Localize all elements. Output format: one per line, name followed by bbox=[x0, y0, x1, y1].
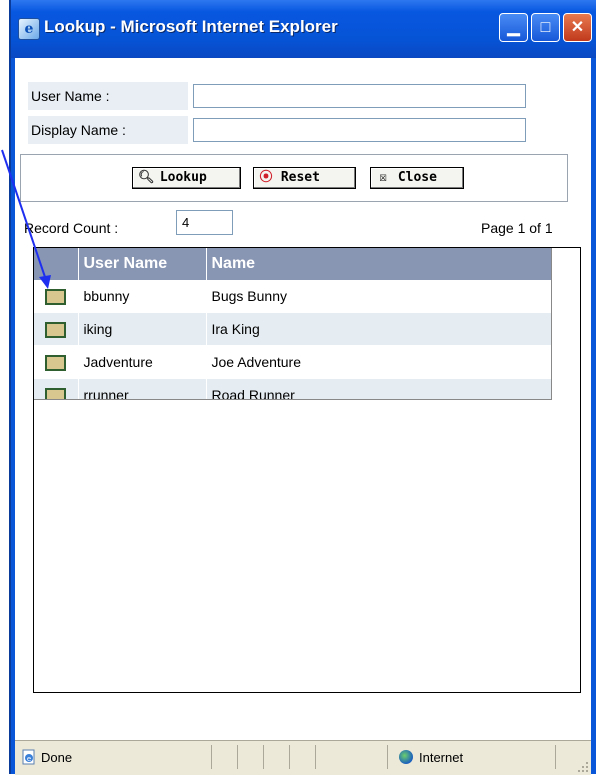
status-divider bbox=[555, 745, 556, 769]
close-window-button[interactable]: ✕ bbox=[563, 13, 592, 42]
status-divider bbox=[237, 745, 238, 769]
status-divider bbox=[263, 745, 264, 769]
grid-header-row: User Name Name bbox=[34, 248, 551, 280]
title-bar[interactable]: e Lookup - Microsoft Internet Explorer ▁… bbox=[11, 0, 596, 58]
status-divider bbox=[289, 745, 290, 769]
user-name-label: User Name : bbox=[28, 82, 188, 110]
status-divider bbox=[387, 745, 388, 769]
close-icon: ✕ bbox=[570, 19, 585, 36]
status-text: Done bbox=[41, 750, 73, 765]
select-row-icon[interactable] bbox=[44, 354, 66, 371]
name-cell: Ira King bbox=[205, 312, 551, 346]
minimize-icon: ▁ bbox=[507, 19, 520, 36]
status-bar: e Done Internet bbox=[15, 740, 591, 775]
minimize-button[interactable]: ▁ bbox=[499, 13, 528, 42]
user-name-row: User Name : bbox=[28, 82, 578, 112]
close-button[interactable]: ☒ Close bbox=[370, 167, 464, 189]
table-row[interactable]: iking Ira King bbox=[34, 312, 551, 346]
page-indicator: Page 1 of 1 bbox=[481, 220, 553, 236]
select-row-icon[interactable] bbox=[44, 321, 66, 338]
select-row-icon[interactable] bbox=[44, 387, 66, 399]
reset-label: Reset bbox=[280, 170, 320, 185]
record-count-field: 4 bbox=[176, 210, 233, 235]
display-name-row: Display Name : bbox=[28, 116, 578, 146]
page-done-icon: e bbox=[22, 749, 35, 765]
reset-icon: ⦿ bbox=[259, 170, 273, 185]
maximize-icon: □ bbox=[540, 19, 551, 36]
select-row-icon[interactable] bbox=[44, 288, 66, 305]
results-grid: User Name Name bbunny Bugs Bunny iking I… bbox=[34, 248, 551, 399]
svg-text:e: e bbox=[27, 755, 31, 763]
table-row[interactable]: rrunner Road Runner bbox=[34, 378, 551, 399]
user-name-input[interactable] bbox=[193, 84, 526, 108]
status-divider bbox=[315, 745, 316, 769]
close-label: Close bbox=[397, 170, 437, 185]
magnifier-icon: 🔍︎ bbox=[138, 170, 155, 185]
row-select-cell[interactable] bbox=[34, 378, 78, 399]
display-name-label: Display Name : bbox=[28, 116, 188, 144]
lookup-button[interactable]: 🔍︎ Lookup bbox=[132, 167, 241, 189]
record-count-label: Record Count : bbox=[24, 220, 119, 236]
row-select-cell[interactable] bbox=[34, 280, 78, 313]
name-cell: Bugs Bunny bbox=[205, 280, 551, 313]
status-divider bbox=[211, 745, 212, 769]
row-select-cell[interactable] bbox=[34, 345, 78, 379]
resize-grip-icon[interactable] bbox=[577, 761, 589, 773]
row-select-cell[interactable] bbox=[34, 312, 78, 346]
select-column-header bbox=[34, 248, 78, 280]
user-name-cell: Jadventure bbox=[77, 345, 206, 379]
x-icon: ☒ bbox=[379, 170, 387, 185]
column-header-name[interactable]: Name bbox=[205, 248, 551, 280]
button-bar: 🔍︎ Lookup ⦿ Reset ☒ Close bbox=[20, 154, 568, 202]
table-row[interactable]: Jadventure Joe Adventure bbox=[34, 345, 551, 379]
security-zone: Internet bbox=[419, 750, 464, 765]
results-grid-wrapper: User Name Name bbunny Bugs Bunny iking I… bbox=[34, 248, 552, 400]
lookup-label: Lookup bbox=[159, 170, 207, 185]
name-cell: Joe Adventure bbox=[205, 345, 551, 379]
ie-page-icon: e bbox=[18, 18, 40, 40]
reset-button[interactable]: ⦿ Reset bbox=[253, 167, 356, 189]
user-name-cell: rrunner bbox=[77, 378, 206, 399]
globe-icon bbox=[399, 750, 413, 764]
page-content: User Name : Display Name : 🔍︎ Lookup ⦿ R… bbox=[15, 58, 591, 740]
user-name-cell: bbunny bbox=[77, 280, 206, 313]
window-title: Lookup - Microsoft Internet Explorer bbox=[44, 17, 338, 36]
column-header-user-name[interactable]: User Name bbox=[77, 248, 206, 280]
maximize-button[interactable]: □ bbox=[531, 13, 560, 42]
name-cell: Road Runner bbox=[205, 378, 551, 399]
table-row[interactable]: bbunny Bugs Bunny bbox=[34, 280, 551, 313]
browser-window: e Lookup - Microsoft Internet Explorer ▁… bbox=[9, 0, 596, 775]
display-name-input[interactable] bbox=[193, 118, 526, 142]
user-name-cell: iking bbox=[77, 312, 206, 346]
results-panel: User Name Name bbunny Bugs Bunny iking I… bbox=[33, 247, 581, 693]
